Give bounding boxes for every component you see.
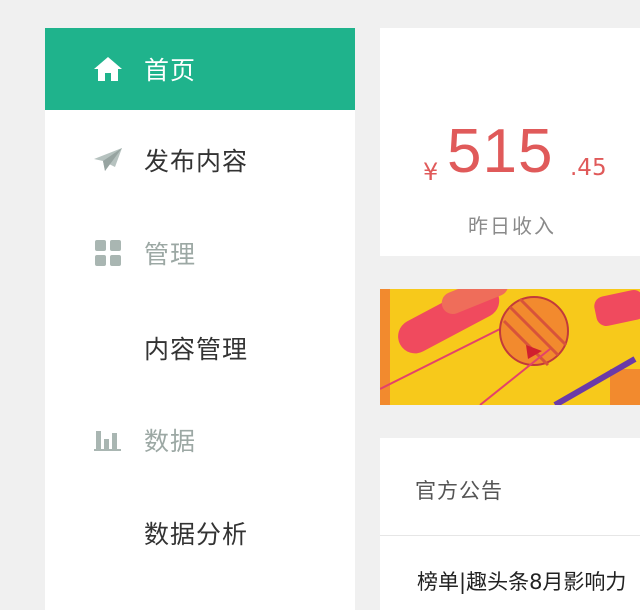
notice-item[interactable]: 榜单|趣头条8月影响力 (417, 566, 626, 596)
section-label-data: 数据 (144, 427, 197, 456)
nav-label-content-manage: 内容管理 (144, 335, 249, 364)
grid-icon (93, 238, 123, 268)
section-header-manage: 管理 (45, 212, 355, 294)
currency-symbol: ¥ (423, 158, 439, 186)
nav-item-content-manage[interactable]: 内容管理 (45, 307, 355, 389)
nav-item-publish[interactable]: 发布内容 (45, 119, 355, 201)
section-header-data: 数据 (45, 399, 355, 481)
nav-item-data-analysis[interactable]: 数据分析 (45, 492, 355, 574)
promo-banner[interactable] (380, 289, 640, 405)
nav-item-home[interactable]: 首页 (45, 28, 355, 110)
home-icon (93, 54, 123, 84)
nav-label-publish: 发布内容 (144, 147, 249, 176)
nav-label-home: 首页 (144, 56, 197, 85)
banner-graphic (380, 289, 640, 405)
income-amount: 515 (447, 117, 554, 186)
bar-chart-icon (93, 425, 123, 455)
income-label: 昨日收入 (468, 214, 556, 238)
sidebar: 首页 发布内容 管理 内容管理 数据 数据分析 (45, 28, 355, 610)
income-card[interactable]: ¥ 515 .45 昨日收入 (380, 28, 640, 256)
section-label-manage: 管理 (144, 240, 197, 269)
notice-divider (380, 535, 640, 536)
paper-plane-icon (93, 145, 123, 175)
notice-title: 官方公告 (415, 479, 503, 503)
nav-label-data-analysis: 数据分析 (144, 520, 249, 549)
income-cents: .45 (570, 155, 607, 181)
